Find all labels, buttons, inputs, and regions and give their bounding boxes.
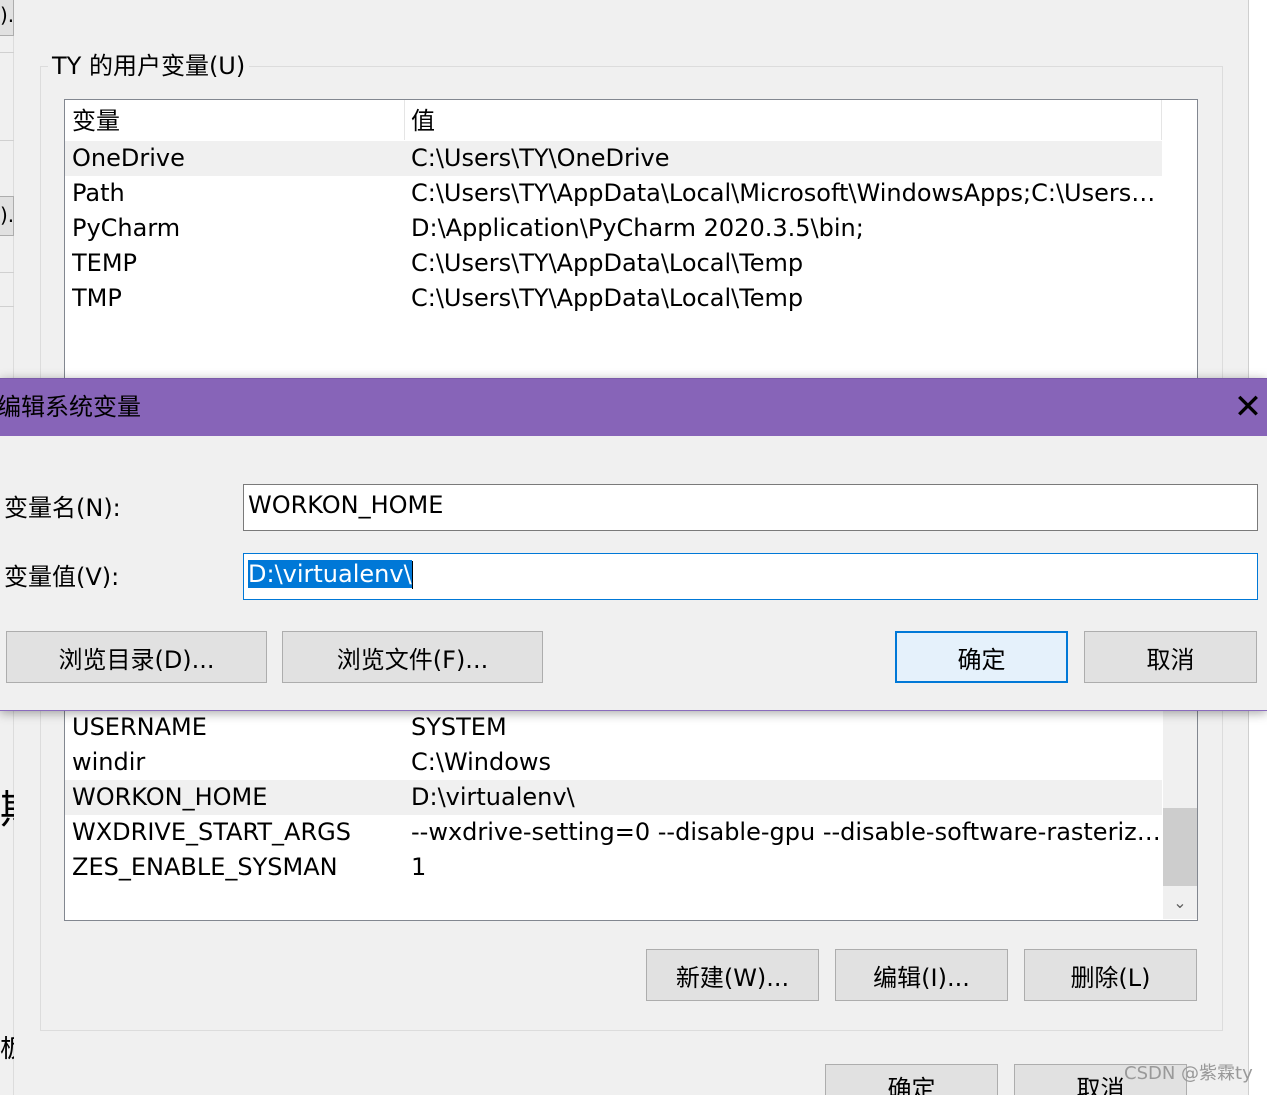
edit-system-variable-dialog: 编辑系统变量 ✕ 变量名(N): WORKON_HOME 变量值(V): D:\… bbox=[0, 378, 1267, 711]
new-variable-button[interactable]: 新建(W)... bbox=[646, 949, 819, 1001]
variable-name-text: WORKON_HOME bbox=[248, 491, 444, 519]
system-variables-list[interactable]: USERNAME SYSTEM windir C:\Windows WORKON… bbox=[64, 700, 1198, 921]
parent-button-fragment[interactable]: ). bbox=[0, 0, 14, 36]
variable-name: ZES_ENABLE_SYSMAN bbox=[72, 853, 338, 881]
variable-name: OneDrive bbox=[72, 144, 185, 172]
variable-name: windir bbox=[72, 748, 146, 776]
variable-value: C:\Users\TY\AppData\Local\Microsoft\Wind… bbox=[411, 179, 1161, 207]
variable-name: TEMP bbox=[72, 249, 138, 277]
variable-value-input[interactable]: D:\virtualenv\ bbox=[243, 553, 1258, 600]
dialog-title-bar[interactable]: 编辑系统变量 ✕ bbox=[0, 379, 1267, 436]
user-variables-group-title: TY 的用户变量(U) bbox=[48, 50, 250, 82]
parent-button-fragment[interactable]: ). bbox=[0, 196, 14, 236]
table-row[interactable]: windir C:\Windows bbox=[65, 745, 1162, 780]
scroll-down-icon[interactable]: ⌄ bbox=[1163, 888, 1197, 918]
variable-value-label: 变量值(V): bbox=[4, 563, 120, 591]
variable-name-label: 变量名(N): bbox=[4, 494, 121, 522]
table-row[interactable]: WORKON_HOME D:\virtualenv\ bbox=[65, 780, 1162, 815]
variable-name: TMP bbox=[72, 284, 122, 312]
divider bbox=[0, 52, 14, 53]
table-row[interactable]: WXDRIVE_START_ARGS --wxdrive-setting=0 -… bbox=[65, 815, 1162, 850]
parent-text-fragment: 板 bbox=[0, 1036, 14, 1062]
column-header-value[interactable]: 值 bbox=[411, 100, 1161, 142]
variable-name: WORKON_HOME bbox=[72, 783, 268, 811]
dialog-ok-button[interactable]: 确定 bbox=[895, 631, 1068, 683]
column-separator[interactable] bbox=[404, 100, 405, 140]
variable-value: D:\virtualenv\ bbox=[411, 783, 575, 811]
text-caret bbox=[411, 561, 413, 589]
variable-name-input[interactable]: WORKON_HOME bbox=[243, 484, 1258, 531]
variable-value: --wxdrive-setting=0 --disable-gpu --disa… bbox=[411, 818, 1161, 846]
variable-name: Path bbox=[72, 179, 125, 207]
variable-value: C:\Windows bbox=[411, 748, 552, 776]
watermark: CSDN @紫霖ty bbox=[1124, 1063, 1253, 1084]
browse-directory-button[interactable]: 浏览目录(D)... bbox=[6, 631, 267, 683]
main-ok-button[interactable]: 确定 bbox=[825, 1064, 998, 1095]
table-row[interactable]: Path C:\Users\TY\AppData\Local\Microsoft… bbox=[65, 176, 1162, 211]
variable-value: SYSTEM bbox=[411, 713, 507, 741]
parent-button-text: ). bbox=[0, 203, 14, 227]
parent-text-fragment: 期 bbox=[0, 790, 14, 830]
scrollbar-thumb[interactable] bbox=[1163, 808, 1197, 886]
column-header-variable[interactable]: 变量 bbox=[72, 100, 402, 142]
list-header: 变量 值 bbox=[65, 100, 1162, 140]
variable-value: C:\Users\TY\AppData\Local\Temp bbox=[411, 284, 804, 312]
table-row[interactable]: TEMP C:\Users\TY\AppData\Local\Temp bbox=[65, 246, 1162, 281]
variable-name: PyCharm bbox=[72, 214, 181, 242]
divider bbox=[0, 306, 14, 307]
delete-variable-button[interactable]: 删除(L) bbox=[1024, 949, 1197, 1001]
variable-value: D:\Application\PyCharm 2020.3.5\bin; bbox=[411, 214, 864, 242]
divider bbox=[0, 140, 14, 141]
parent-button-text: ). bbox=[0, 3, 14, 27]
variable-value: C:\Users\TY\OneDrive bbox=[411, 144, 670, 172]
table-row[interactable]: ZES_ENABLE_SYSMAN 1 bbox=[65, 850, 1162, 885]
table-row[interactable]: USERNAME SYSTEM bbox=[65, 710, 1162, 745]
variable-name: WXDRIVE_START_ARGS bbox=[72, 818, 351, 846]
variable-value: C:\Users\TY\AppData\Local\Temp bbox=[411, 249, 804, 277]
variable-name: USERNAME bbox=[72, 713, 207, 741]
variable-value: 1 bbox=[411, 853, 427, 881]
table-row[interactable]: TMP C:\Users\TY\AppData\Local\Temp bbox=[65, 281, 1162, 316]
edit-variable-button[interactable]: 编辑(I)... bbox=[835, 949, 1008, 1001]
close-icon[interactable]: ✕ bbox=[1228, 387, 1267, 427]
divider bbox=[0, 272, 14, 273]
table-row[interactable]: PyCharm D:\Application\PyCharm 2020.3.5\… bbox=[65, 211, 1162, 246]
user-variables-list[interactable]: 变量 值 OneDrive C:\Users\TY\OneDrive Path … bbox=[64, 99, 1198, 389]
vertical-scrollbar[interactable]: ⌄ bbox=[1163, 700, 1197, 919]
dialog-title: 编辑系统变量 bbox=[0, 393, 141, 421]
table-row[interactable]: OneDrive C:\Users\TY\OneDrive bbox=[65, 141, 1162, 176]
browse-file-button[interactable]: 浏览文件(F)... bbox=[282, 631, 543, 683]
variable-value-text: D:\virtualenv\ bbox=[248, 560, 412, 588]
dialog-cancel-button[interactable]: 取消 bbox=[1084, 631, 1257, 683]
column-separator[interactable] bbox=[1161, 100, 1162, 140]
